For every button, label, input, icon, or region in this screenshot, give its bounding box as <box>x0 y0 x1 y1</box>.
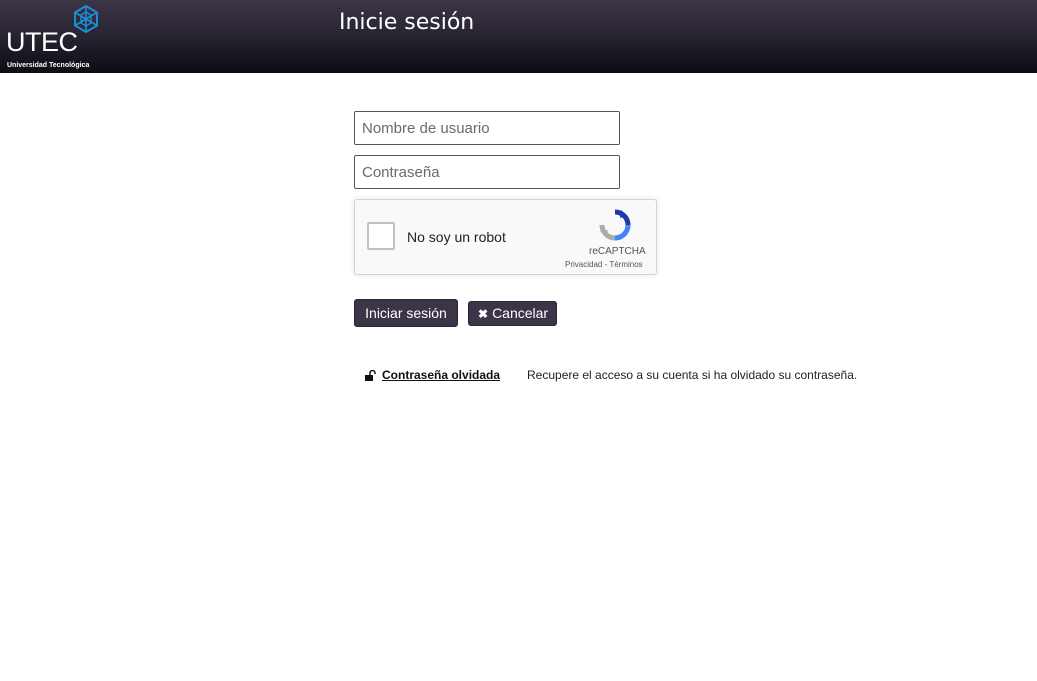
cancel-button-label: Cancelar <box>492 305 549 321</box>
recaptcha-logo-icon <box>599 209 631 241</box>
utec-logo[interactable]: UTEC Universidad Tecnológica <box>0 0 110 73</box>
logo-subtitle: Universidad Tecnológica <box>7 62 90 69</box>
cancel-button[interactable]: ✖ Cancelar <box>468 301 557 326</box>
page-header: UTEC Universidad Tecnológica Inicie sesi… <box>0 0 1037 73</box>
password-input[interactable] <box>354 155 620 189</box>
recaptcha-label: No soy un robot <box>407 229 506 245</box>
recaptcha-links: Privacidad - Términos <box>565 260 643 269</box>
recaptcha-brand: reCAPTCHA <box>589 246 646 257</box>
recaptcha-checkbox[interactable] <box>367 222 395 250</box>
recaptcha-privacy-link[interactable]: Privacidad <box>565 260 602 269</box>
unlock-icon <box>365 370 376 381</box>
close-icon: ✖ <box>478 307 489 321</box>
page-title: Inicie sesión <box>339 10 475 35</box>
recaptcha-terms-link[interactable]: Términos <box>609 260 642 269</box>
forgot-password-link[interactable]: Contraseña olvidada <box>382 368 500 382</box>
recaptcha-widget: No soy un robot reCAPTCHA Privacidad - T… <box>354 199 657 275</box>
forgot-password-description: Recupere el acceso a su cuenta si ha olv… <box>527 368 858 382</box>
username-input[interactable] <box>354 111 620 145</box>
logo-text: UTEC <box>6 27 78 57</box>
login-button[interactable]: Iniciar sesión <box>354 299 458 327</box>
